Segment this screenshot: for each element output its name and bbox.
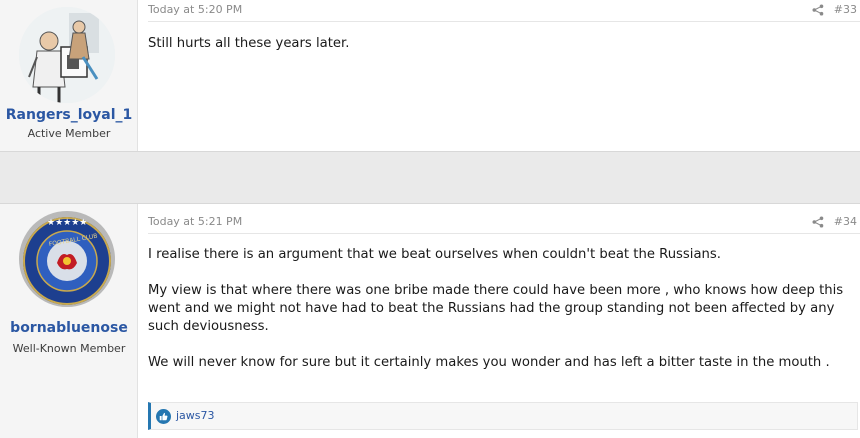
reaction-user-link[interactable]: jaws73 (176, 409, 215, 422)
post-number[interactable]: #33 (834, 3, 857, 16)
avatar-bornabluenose[interactable]: ★★★★★ FOOTBALL CLUB (19, 211, 115, 307)
post-paragraph: Still hurts all these years later. (148, 36, 350, 51)
user-title: Well-Known Member (12, 342, 126, 355)
user-title: Active Member (27, 127, 111, 140)
post-paragraph: We will never know for sure but it certa… (148, 355, 830, 370)
post-number[interactable]: #34 (834, 215, 857, 228)
username[interactable]: Rangers_loyal_1 (0, 107, 138, 123)
user-sidebar: ★★★★★ FOOTBALL CLUB bornabluenose Well-K… (0, 204, 138, 438)
post-timestamp[interactable]: Today at 5:20 PM (148, 3, 242, 16)
username[interactable]: bornabluenose (0, 320, 138, 336)
post-34: ★★★★★ FOOTBALL CLUB bornabluenose Well-K… (0, 203, 860, 438)
user-sidebar: Rangers_loyal_1 Active Member (0, 0, 138, 151)
share-icon[interactable] (812, 216, 824, 228)
like-icon (156, 409, 171, 424)
share-icon[interactable] (812, 4, 824, 16)
avatar-illustration (19, 7, 115, 103)
post-body: Still hurts all these years later. (148, 35, 848, 71)
meta-divider (148, 21, 860, 22)
avatar-rangers-loyal-1[interactable] (19, 7, 115, 103)
svg-text:★★★★★: ★★★★★ (47, 218, 87, 228)
post-paragraph: My view is that where there was one brib… (148, 283, 844, 334)
meta-divider (148, 233, 860, 234)
post-paragraph: I realise there is an argument that we b… (148, 247, 721, 262)
club-crest-avatar: ★★★★★ FOOTBALL CLUB (19, 211, 115, 307)
post-timestamp[interactable]: Today at 5:21 PM (148, 215, 242, 228)
post-33: Rangers_loyal_1 Active Member Today at 5… (0, 0, 860, 152)
reactions-bar[interactable]: jaws73 (148, 402, 858, 430)
post-body: I realise there is an argument that we b… (148, 246, 848, 390)
post-separator (0, 152, 860, 203)
